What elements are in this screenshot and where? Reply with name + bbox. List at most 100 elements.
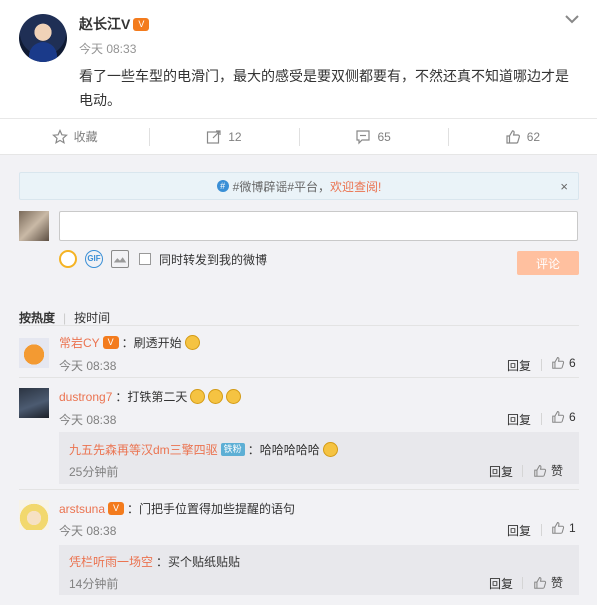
sub-reply-time: 14分钟前 — [69, 577, 119, 591]
submit-comment-button[interactable]: 评论 — [517, 251, 579, 275]
sub-reply-head: 凭栏听雨一场空 ：买个贴纸贴贴 — [69, 553, 240, 570]
emoji-icon — [322, 442, 338, 457]
emoji-icon[interactable] — [59, 250, 77, 268]
reply-button[interactable]: 回复 — [507, 522, 531, 539]
notice-text: #微博辟谣#平台， — [232, 179, 330, 194]
divider — [19, 489, 579, 490]
comment-like-button[interactable]: 1 — [551, 521, 576, 535]
comment-count: 65 — [377, 129, 391, 144]
author-name[interactable]: 赵长江V — [79, 14, 130, 34]
separator — [522, 577, 523, 589]
thumbs-up-icon — [506, 129, 520, 144]
sub-like-label: 赞 — [551, 464, 564, 478]
close-icon[interactable]: × — [560, 179, 568, 194]
comment-head: dustrong7 ：打铁第二天 — [59, 388, 242, 405]
sub-reply-text: ：哈哈哈哈哈 — [247, 443, 320, 457]
commenter-avatar[interactable] — [19, 500, 49, 530]
comment-like-count: 6 — [569, 410, 576, 424]
comment-time: 今天 08:38 — [59, 524, 117, 538]
fan-badge: 铁粉 — [220, 443, 245, 456]
favorite-button[interactable]: 收藏 — [0, 119, 149, 154]
sub-reply: 凭栏听雨一场空 ：买个贴纸贴贴 14分钟前 回复 赞 — [59, 545, 579, 595]
reply-button[interactable]: 回复 — [507, 411, 531, 428]
repost-checkbox[interactable] — [139, 253, 151, 265]
commenter-name[interactable]: arstsuna — [59, 502, 105, 516]
image-icon[interactable] — [111, 250, 129, 268]
comment-text: ：刷透开始 — [121, 336, 182, 350]
thumbs-up-icon — [552, 357, 565, 369]
sub-reply-button[interactable]: 回复 — [489, 463, 513, 480]
thumbs-up-icon — [552, 411, 565, 423]
sort-separator: | — [63, 310, 67, 325]
comment-text: ：打铁第二天 — [115, 390, 188, 404]
sort-tabs: 按热度 | 按时间 — [19, 309, 110, 326]
comment-time: 今天 08:38 — [59, 359, 117, 373]
rumor-notice: # #微博辟谣#平台， 欢迎查阅! × — [19, 172, 579, 200]
separator — [541, 524, 542, 536]
comment-like-count: 1 — [569, 521, 576, 535]
sub-like-button[interactable]: 赞 — [533, 462, 563, 479]
my-avatar[interactable] — [19, 211, 49, 241]
sub-like-label: 赞 — [551, 576, 564, 590]
divider — [19, 325, 579, 326]
commenter-avatar[interactable] — [19, 388, 49, 418]
commenter-name[interactable]: dustrong7 — [59, 390, 112, 404]
sub-like-button[interactable]: 赞 — [533, 574, 563, 591]
author-line: 赵长江V V — [79, 14, 150, 34]
thumbs-up-icon — [552, 522, 565, 534]
comment-text: ：门把手位置得加些提醒的语句 — [127, 502, 296, 516]
gif-icon[interactable]: GIF — [85, 250, 103, 268]
thumbs-up-icon — [534, 464, 547, 477]
sub-reply-head: 九五先森再等汉dm三擎四驱 铁粉 ：哈哈哈哈哈 — [69, 441, 338, 458]
star-icon — [51, 128, 68, 144]
comment-time: 今天 08:38 — [59, 413, 117, 427]
repost-icon — [207, 129, 221, 144]
comment-like-button[interactable]: 6 — [551, 356, 576, 370]
comments-panel: # #微博辟谣#平台， 欢迎查阅! × GIF 同时转发到我的微博 评论 按热度… — [0, 154, 597, 605]
sub-reply-text: ：买个贴纸贴贴 — [156, 555, 241, 569]
thumbs-up-icon — [534, 576, 547, 589]
comment-like-button[interactable]: 6 — [551, 410, 576, 424]
reply-button[interactable]: 回复 — [507, 357, 531, 374]
commenter-name[interactable]: 常岩CY — [59, 334, 100, 351]
tab-sort-time[interactable]: 按时间 — [74, 309, 110, 326]
vip-icon: V — [102, 336, 119, 349]
comment-head: arstsuna V ：门把手位置得加些提醒的语句 — [59, 500, 295, 517]
divider — [19, 377, 579, 378]
separator — [541, 413, 542, 425]
hashtag-icon: # — [216, 180, 229, 192]
commenter-avatar[interactable] — [19, 338, 49, 368]
notice-link[interactable]: 欢迎查阅! — [330, 178, 381, 195]
separator — [541, 359, 542, 371]
weibo-post: 赵长江V V 今天 08:33 看了一些车型的电滑门，最大的感受是要双侧都要有，… — [0, 0, 597, 118]
comment-input[interactable] — [59, 211, 578, 241]
post-time[interactable]: 今天 08:33 — [79, 40, 136, 57]
sub-reply: 九五先森再等汉dm三擎四驱 铁粉 ：哈哈哈哈哈 25分钟前 回复 赞 — [59, 432, 579, 484]
emoji-icon — [190, 389, 206, 404]
repost-button[interactable]: 12 — [149, 119, 298, 154]
chevron-down-icon[interactable] — [563, 13, 581, 25]
like-button[interactable]: 62 — [447, 119, 597, 154]
sub-reply-name[interactable]: 凭栏听雨一场空 — [69, 553, 153, 570]
comment-button[interactable]: 65 — [298, 119, 448, 154]
tab-sort-hot[interactable]: 按热度 — [19, 309, 55, 326]
sub-reply-time: 25分钟前 — [69, 465, 119, 479]
favorite-label: 收藏 — [73, 130, 98, 144]
composer-tools: GIF 同时转发到我的微博 — [59, 250, 267, 268]
emoji-icon — [226, 389, 242, 404]
comment-like-count: 6 — [569, 356, 576, 370]
sub-reply-name[interactable]: 九五先森再等汉dm三擎四驱 — [69, 441, 218, 458]
vip-icon[interactable]: V — [133, 17, 150, 31]
repost-count: 12 — [228, 129, 242, 144]
author-avatar[interactable] — [19, 14, 67, 62]
emoji-icon — [208, 389, 224, 404]
repost-checkbox-label: 同时转发到我的微博 — [159, 252, 268, 267]
like-count: 62 — [526, 129, 541, 144]
comment-icon — [356, 129, 371, 144]
separator — [522, 465, 523, 477]
post-text: 看了一些车型的电滑门，最大的感受是要双侧都要有，不然还真不知道哪边才是电动。 — [79, 68, 569, 108]
sub-reply-button[interactable]: 回复 — [489, 575, 513, 592]
emoji-icon — [184, 335, 200, 350]
vip-icon: V — [108, 502, 125, 515]
post-action-bar: 收藏 12 65 62 — [0, 118, 597, 154]
